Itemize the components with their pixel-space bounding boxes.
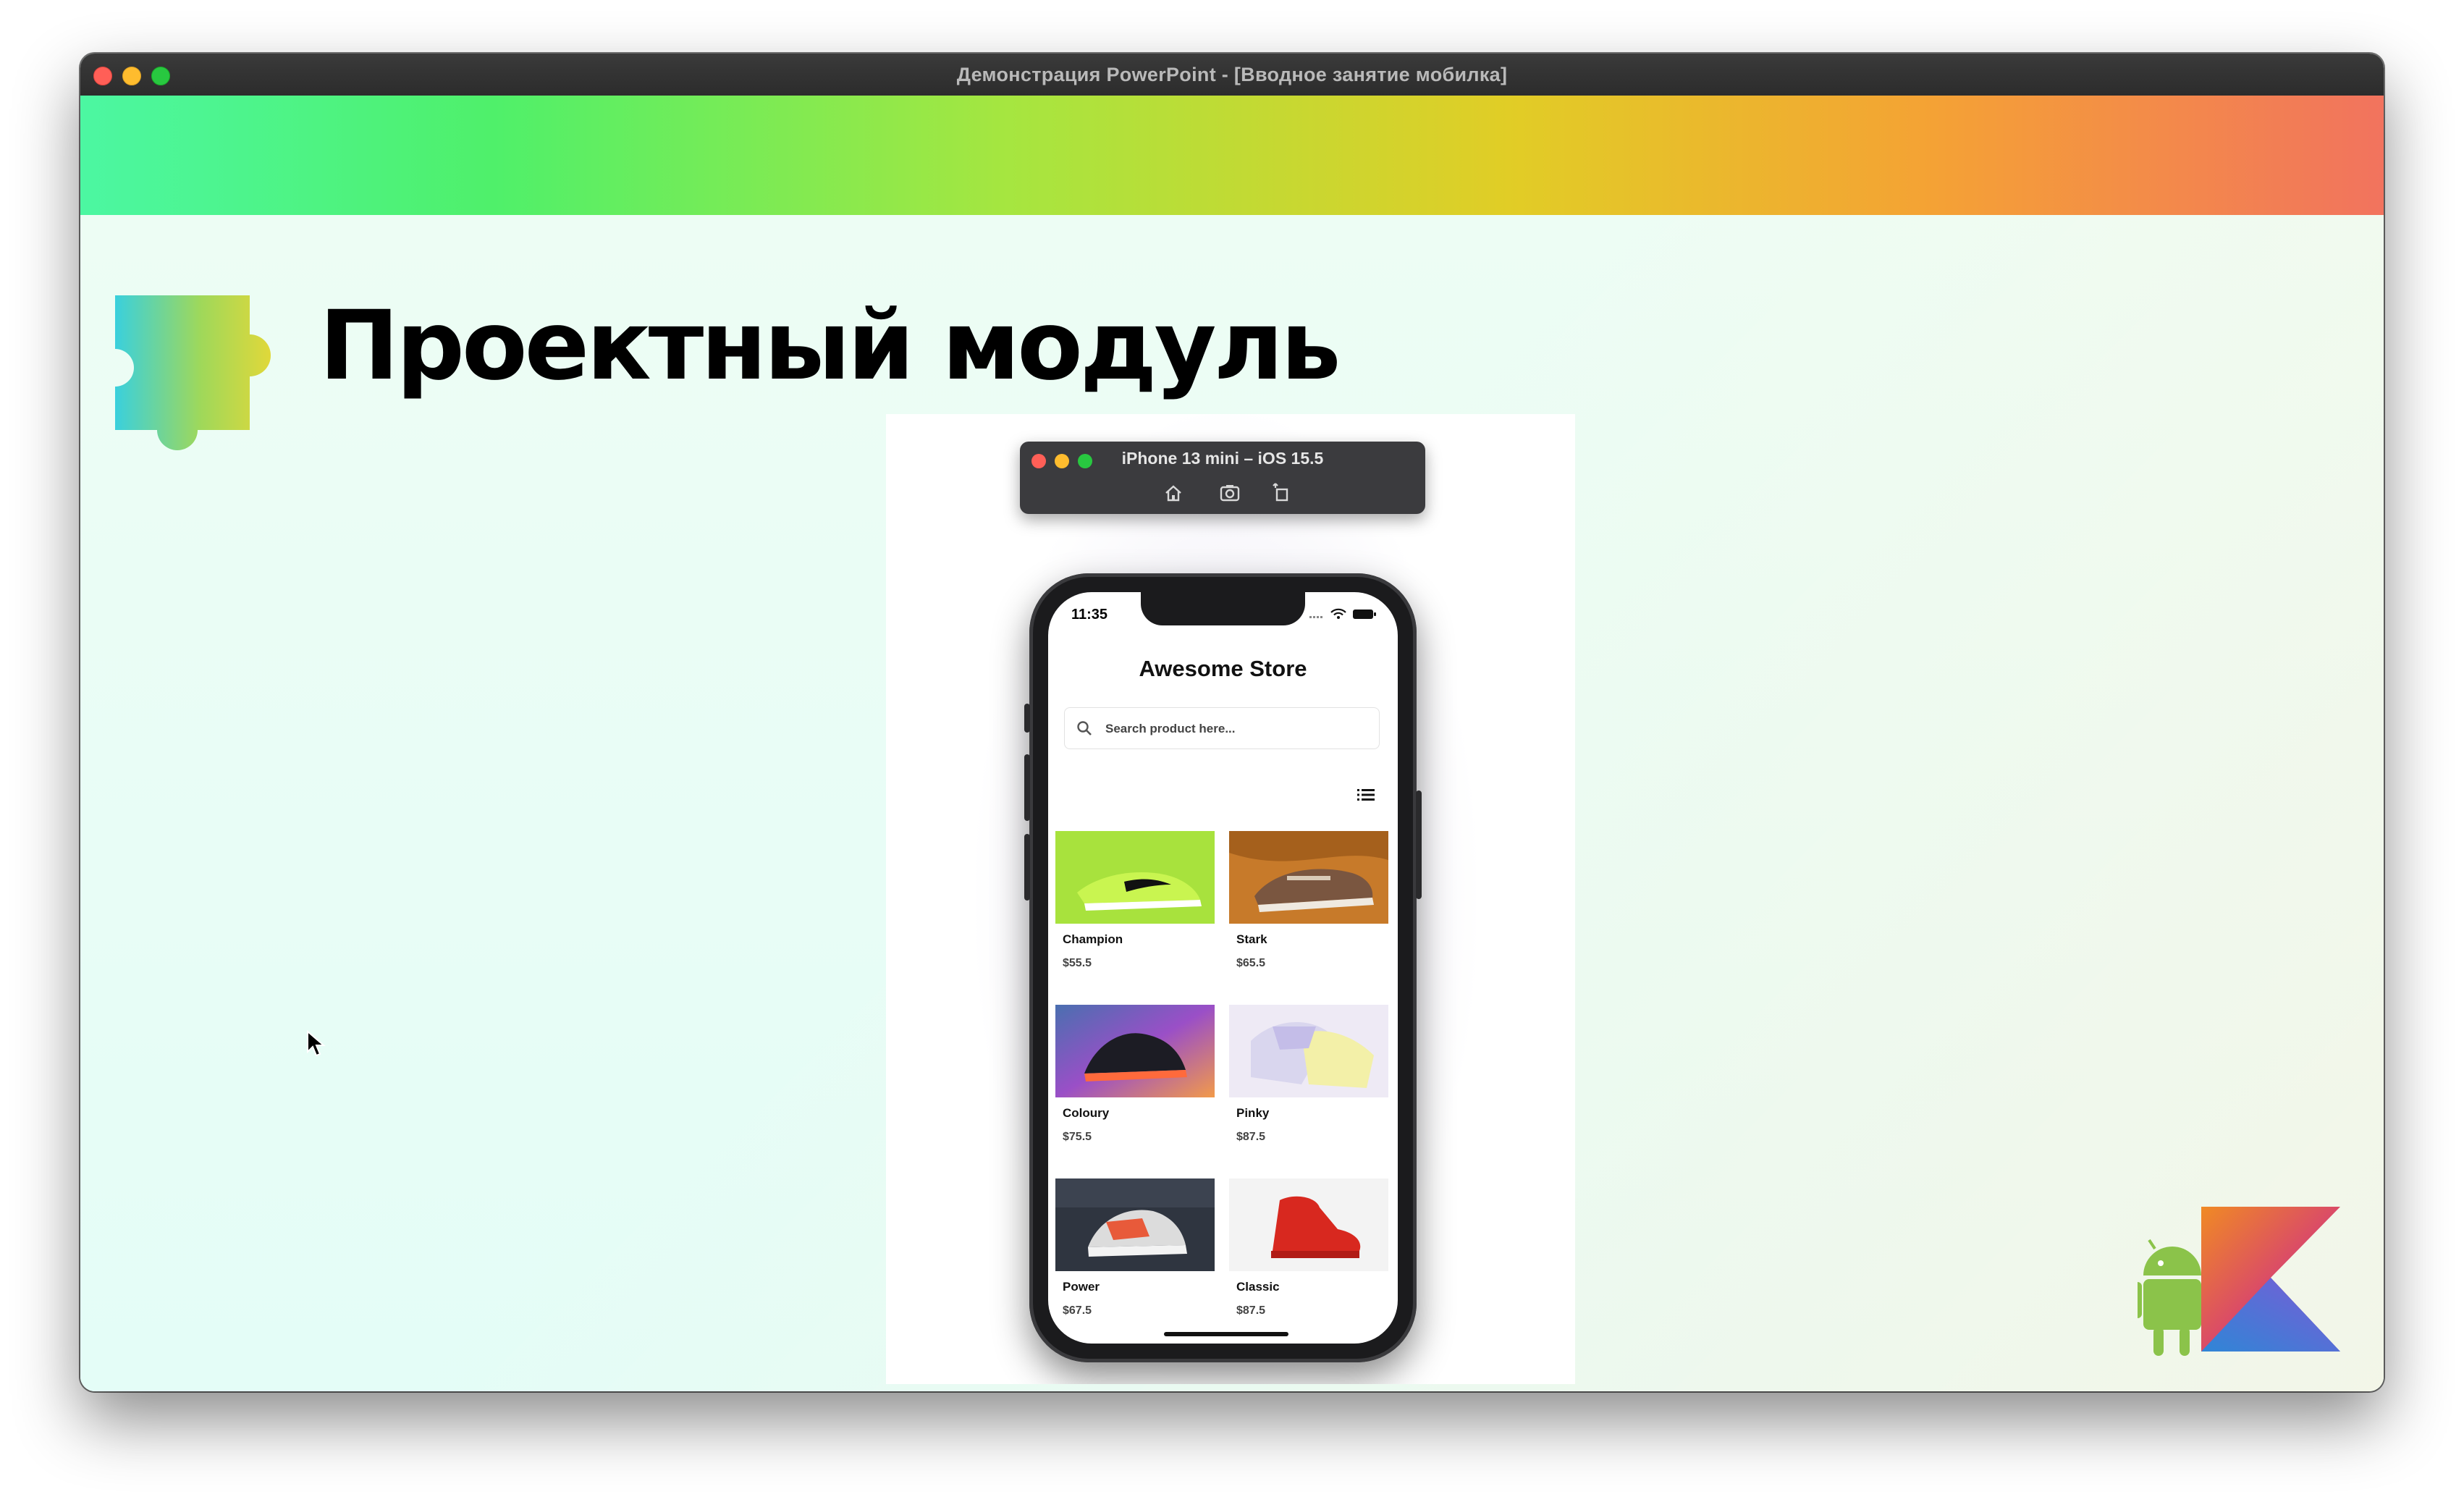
rotate-icon[interactable] [1270, 481, 1294, 505]
window-titlebar[interactable]: Демонстрация PowerPoint - [Вводное занят… [80, 54, 2384, 97]
simulator-title: iPhone 13 mini – iOS 15.5 [1121, 449, 1324, 468]
search-icon [1077, 721, 1092, 735]
search-input[interactable] [1104, 708, 1367, 749]
product-price: $87.5 [1236, 1131, 1266, 1143]
simulator-screenshot: iPhone 13 mini – iOS 15.5 11:35 Awesome … [886, 414, 1575, 1384]
product-card[interactable]: Coloury $75.5 [1055, 1005, 1215, 1168]
product-name: Pinky [1236, 1106, 1270, 1120]
search-box[interactable] [1064, 707, 1380, 749]
simulator-toolbar[interactable]: iPhone 13 mini – iOS 15.5 [1020, 442, 1425, 514]
product-card[interactable]: Classic $87.5 [1229, 1178, 1388, 1341]
product-card[interactable]: Pinky $87.5 [1229, 1005, 1388, 1168]
phone-screen: 11:35 Awesome Store Search product here.… [1048, 592, 1398, 1344]
product-name: Stark [1236, 932, 1267, 946]
home-indicator [1164, 1332, 1288, 1336]
power-button [1416, 790, 1422, 899]
kotlin-android-logo [2138, 1207, 2340, 1356]
battery-icon [1353, 610, 1376, 619]
list-view-icon[interactable] [1357, 788, 1375, 802]
volume-up-button [1024, 754, 1030, 821]
product-name: Coloury [1063, 1106, 1110, 1120]
product-image [1229, 1005, 1388, 1097]
product-image [1055, 1005, 1215, 1097]
presentation-window: Демонстрация PowerPoint - [Вводное занят… [80, 54, 2384, 1391]
home-icon[interactable] [1161, 481, 1186, 505]
product-card[interactable]: Stark $65.5 [1229, 831, 1388, 994]
volume-down-button [1024, 834, 1030, 901]
iphone-device: 11:35 Awesome Store Search product here.… [1024, 573, 1422, 1362]
product-price: $87.5 [1236, 1304, 1266, 1317]
slide-title: Проектный модуль [319, 290, 1341, 402]
product-image [1229, 831, 1388, 924]
wifi-icon [1330, 608, 1346, 616]
product-name: Classic [1236, 1280, 1280, 1294]
product-price: $65.5 [1236, 957, 1266, 969]
status-time: 11:35 [1071, 607, 1108, 623]
status-icons [1309, 608, 1376, 619]
product-card[interactable]: Power $67.5 [1055, 1178, 1215, 1341]
product-price: $55.5 [1063, 957, 1092, 969]
slide: Проектный модуль iPhone 13 mini – iOS 15… [80, 96, 2384, 1391]
product-image [1229, 1178, 1388, 1271]
signal-icon [1309, 616, 1322, 618]
screenshot-icon[interactable] [1218, 481, 1242, 505]
mouse-cursor [307, 1030, 326, 1057]
product-price: $67.5 [1063, 1304, 1092, 1317]
product-card[interactable]: Champion $55.5 [1055, 831, 1215, 994]
window-title: Демонстрация PowerPoint - [Вводное занят… [956, 64, 1508, 85]
product-name: Power [1063, 1280, 1100, 1294]
product-name: Champion [1063, 932, 1123, 946]
product-image [1055, 1178, 1215, 1271]
product-price: $75.5 [1063, 1131, 1092, 1143]
android-robot-icon [2138, 1239, 2201, 1356]
phone-notch [1141, 592, 1305, 625]
product-image [1055, 831, 1215, 924]
store-title: Awesome Store [1139, 656, 1307, 681]
puzzle-piece-icon [115, 295, 271, 450]
mute-switch [1024, 704, 1030, 733]
slide-header-gradient [80, 96, 2384, 215]
